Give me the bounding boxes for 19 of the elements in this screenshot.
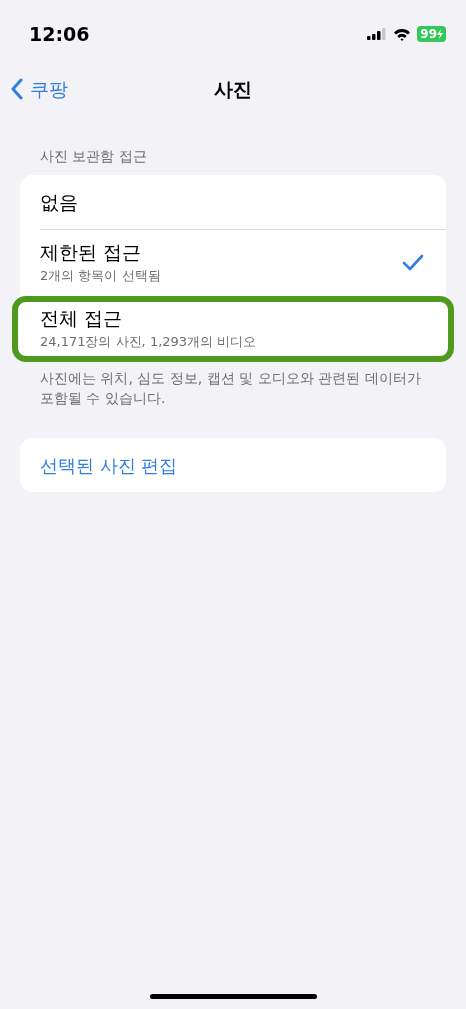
page-title: 사진 bbox=[214, 76, 252, 102]
section-footer: 사진에는 위치, 심도 정보, 캡션 및 오디오와 관련된 데이터가 포함될 수 있습니다. bbox=[20, 368, 446, 408]
access-option[interactable]: 전체 접근 24,171장의 사진, 1,293개의 비디오 bbox=[12, 296, 454, 362]
access-option[interactable]: 제한된 접근 2개의 항목이 선택됨 bbox=[40, 230, 446, 296]
battery-indicator: 99 bbox=[417, 26, 446, 42]
option-detail: 24,171장의 사진, 1,293개의 비디오 bbox=[40, 333, 257, 352]
signal-icon bbox=[367, 28, 388, 40]
access-option[interactable]: 없음 bbox=[20, 175, 446, 229]
option-label: 없음 bbox=[40, 190, 78, 214]
option-detail: 2개의 항목이 선택됨 bbox=[40, 267, 161, 286]
status-time: 12:06 bbox=[29, 21, 90, 47]
wifi-icon bbox=[393, 27, 412, 41]
option-label: 제한된 접근 bbox=[40, 240, 143, 265]
section-header: 사진 보관함 접근 bbox=[39, 147, 148, 166]
back-chevron-icon bbox=[10, 78, 24, 100]
option-label: 전체 접근 bbox=[40, 306, 124, 331]
back-button[interactable]: 쿠팡 bbox=[10, 74, 68, 104]
charging-bolt-icon bbox=[437, 29, 443, 39]
edit-selected-photos-button[interactable]: 선택된 사진 편집 bbox=[20, 438, 446, 492]
